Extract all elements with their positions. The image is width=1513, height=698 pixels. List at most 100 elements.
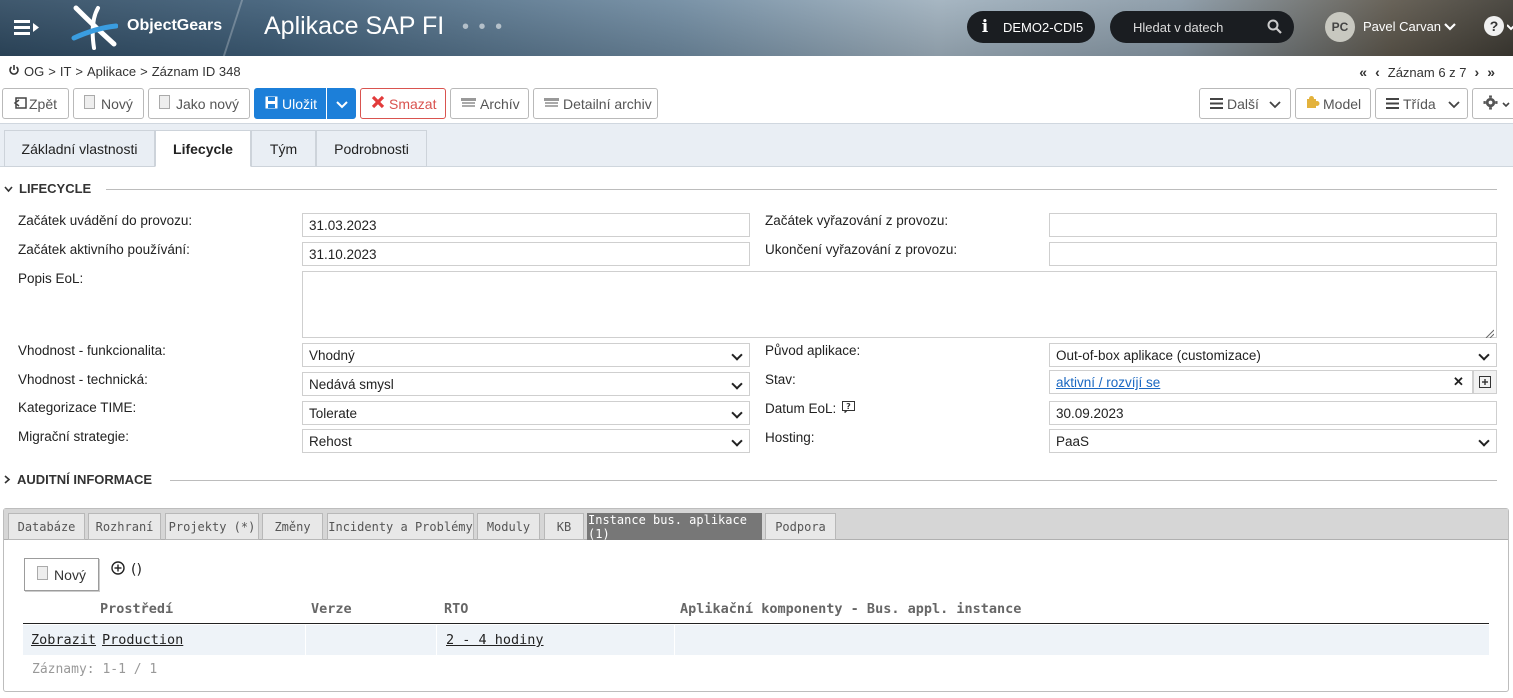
user-name[interactable]: Pavel Carvan bbox=[1363, 19, 1441, 34]
row-environment-link[interactable]: Production bbox=[102, 632, 183, 648]
migration-strategy-select[interactable]: Rehost bbox=[302, 429, 750, 453]
eol-description-textarea[interactable] bbox=[302, 271, 1497, 338]
cell-divider bbox=[674, 625, 675, 655]
save-options-dropdown[interactable] bbox=[327, 88, 356, 119]
technical-fit-select[interactable]: Nedává smysl bbox=[302, 372, 750, 396]
row-rto-link[interactable]: 2 - 4 hodiny bbox=[446, 632, 544, 648]
record-navigator: « ‹ Záznam 6 z 7 › » bbox=[1359, 64, 1495, 80]
subtab-interfaces[interactable]: Rozhraní bbox=[88, 513, 161, 540]
status-field: aktivní / rozvíjí se bbox=[1049, 370, 1473, 394]
more-dropdown[interactable]: Další bbox=[1199, 88, 1291, 119]
global-search[interactable]: Hledat v datech bbox=[1110, 11, 1294, 43]
archive-button[interactable]: Archív bbox=[450, 88, 529, 119]
detail-archive-button[interactable]: Detailní archiv bbox=[533, 88, 658, 119]
end-retire-field[interactable] bbox=[1049, 242, 1497, 266]
column-header-components[interactable]: Aplikační komponenty - Bus. appl. instan… bbox=[680, 601, 1021, 617]
subtab-support[interactable]: Podpora bbox=[765, 513, 836, 540]
start-active-field[interactable]: 31.10.2023 bbox=[302, 242, 750, 266]
eol-description-label: Popis EoL: bbox=[18, 271, 84, 286]
breadcrumb-it[interactable]: IT bbox=[60, 64, 72, 79]
brand-name[interactable]: ObjectGears bbox=[127, 17, 222, 35]
eol-date-field[interactable]: 30.09.2023 bbox=[1049, 401, 1497, 425]
class-label: Třída bbox=[1403, 95, 1436, 112]
start-retire-label: Začátek vyřazování z provozu: bbox=[765, 213, 949, 228]
clear-icon[interactable]: ✕ bbox=[1453, 374, 1464, 390]
environment-badge[interactable]: i DEMO2-CDI5 bbox=[967, 11, 1095, 43]
archive-icon bbox=[461, 96, 476, 112]
save-button[interactable]: Uložit bbox=[254, 88, 326, 119]
power-icon[interactable] bbox=[8, 64, 20, 79]
settings-dropdown[interactable] bbox=[1472, 88, 1513, 119]
archive-label: Archív bbox=[480, 95, 520, 112]
help-box-icon[interactable]: ? bbox=[842, 401, 856, 416]
start-deploy-field[interactable]: 31.03.2023 bbox=[302, 213, 750, 237]
list-icon bbox=[1210, 96, 1223, 112]
as-new-button[interactable]: Jako nový bbox=[148, 88, 250, 119]
time-category-label: Kategorizace TIME: bbox=[18, 400, 137, 415]
add-icon[interactable] bbox=[1473, 370, 1497, 394]
gear-icon bbox=[1483, 94, 1498, 113]
info-icon: i bbox=[981, 17, 989, 37]
next-icon[interactable]: › bbox=[1475, 64, 1480, 80]
help-icon[interactable]: ? bbox=[1484, 16, 1504, 36]
hosting-select[interactable]: PaaS bbox=[1049, 429, 1497, 453]
status-link[interactable]: aktivní / rozvíjí se bbox=[1056, 375, 1160, 390]
document-icon bbox=[84, 95, 95, 112]
column-header-rto[interactable]: RTO bbox=[444, 601, 468, 617]
subtab-databases[interactable]: Databáze bbox=[8, 513, 85, 540]
subtab-business-instances[interactable]: Instance bus. aplikace (1) bbox=[587, 513, 762, 541]
tab-team[interactable]: Tým bbox=[251, 130, 316, 167]
back-button[interactable]: Zpět bbox=[2, 88, 69, 119]
as-new-label: Jako nový bbox=[176, 95, 240, 112]
eol-date-label: Datum EoL: bbox=[765, 401, 837, 416]
tab-lifecycle[interactable]: Lifecycle bbox=[155, 130, 251, 167]
menu-icon[interactable] bbox=[14, 16, 42, 38]
title-more-dots[interactable]: • • • bbox=[462, 16, 504, 39]
row-view-link[interactable]: Zobrazit bbox=[31, 632, 96, 648]
prev-icon[interactable]: ‹ bbox=[1375, 64, 1380, 80]
breadcrumb-og[interactable]: OG bbox=[24, 64, 44, 79]
audit-section-header[interactable]: AUDITNÍ INFORMACE bbox=[4, 472, 152, 487]
last-page-icon[interactable]: » bbox=[1487, 64, 1495, 80]
subtab-incidents[interactable]: Incidenty a Problémy bbox=[327, 513, 474, 540]
subtab-projects[interactable]: Projekty (*) bbox=[165, 513, 259, 540]
start-active-label: Začátek aktivního používání: bbox=[18, 242, 190, 257]
subtab-modules[interactable]: Moduly bbox=[477, 513, 540, 540]
chevron-down-icon[interactable] bbox=[1444, 19, 1456, 35]
chevron-down-icon bbox=[1448, 96, 1460, 112]
cell-divider bbox=[436, 625, 437, 655]
app-origin-select[interactable]: Out-of-box aplikace (customizace) bbox=[1049, 343, 1497, 367]
objectgears-logo[interactable] bbox=[70, 4, 119, 50]
section-divider bbox=[170, 480, 1497, 481]
document-icon bbox=[159, 95, 170, 112]
resize-handle-icon[interactable] bbox=[1484, 325, 1495, 341]
subgrid-new-button[interactable]: Nový bbox=[24, 558, 99, 591]
avatar[interactable]: PC bbox=[1325, 12, 1355, 42]
first-page-icon[interactable]: « bbox=[1359, 64, 1367, 80]
status-label: Stav: bbox=[765, 372, 796, 387]
eol-date-label-wrap: Datum EoL: ? bbox=[765, 401, 856, 416]
lifecycle-section-header[interactable]: LIFECYCLE bbox=[4, 181, 91, 196]
column-header-version[interactable]: Verze bbox=[311, 601, 352, 617]
tab-details[interactable]: Podrobnosti bbox=[316, 130, 427, 167]
functional-fit-select[interactable]: Vhodný bbox=[302, 343, 750, 367]
model-label: Model bbox=[1323, 95, 1362, 112]
subtab-kb[interactable]: KB bbox=[544, 513, 584, 540]
subtab-changes[interactable]: Změny bbox=[262, 513, 323, 540]
list-icon bbox=[1386, 96, 1399, 112]
chevron-right-icon bbox=[4, 472, 11, 487]
new-button[interactable]: Nový bbox=[73, 88, 144, 119]
search-icon[interactable] bbox=[1267, 19, 1282, 37]
breadcrumb-aplikace[interactable]: Aplikace bbox=[87, 64, 136, 79]
time-category-select[interactable]: Tolerate bbox=[302, 401, 750, 425]
subgrid-new-label: Nový bbox=[54, 566, 86, 583]
new-label: Nový bbox=[101, 95, 133, 112]
model-button[interactable]: Model bbox=[1295, 88, 1371, 119]
tab-basic-properties[interactable]: Základní vlastnosti bbox=[4, 130, 155, 167]
column-header-environment[interactable]: Prostředí bbox=[100, 601, 173, 617]
class-dropdown[interactable]: Třída bbox=[1375, 88, 1468, 119]
start-retire-field[interactable] bbox=[1049, 213, 1497, 237]
delete-button[interactable]: Smazat bbox=[360, 88, 446, 119]
subgrid-add-link[interactable]: () bbox=[111, 561, 142, 579]
chevron-down-icon[interactable] bbox=[1506, 20, 1513, 36]
